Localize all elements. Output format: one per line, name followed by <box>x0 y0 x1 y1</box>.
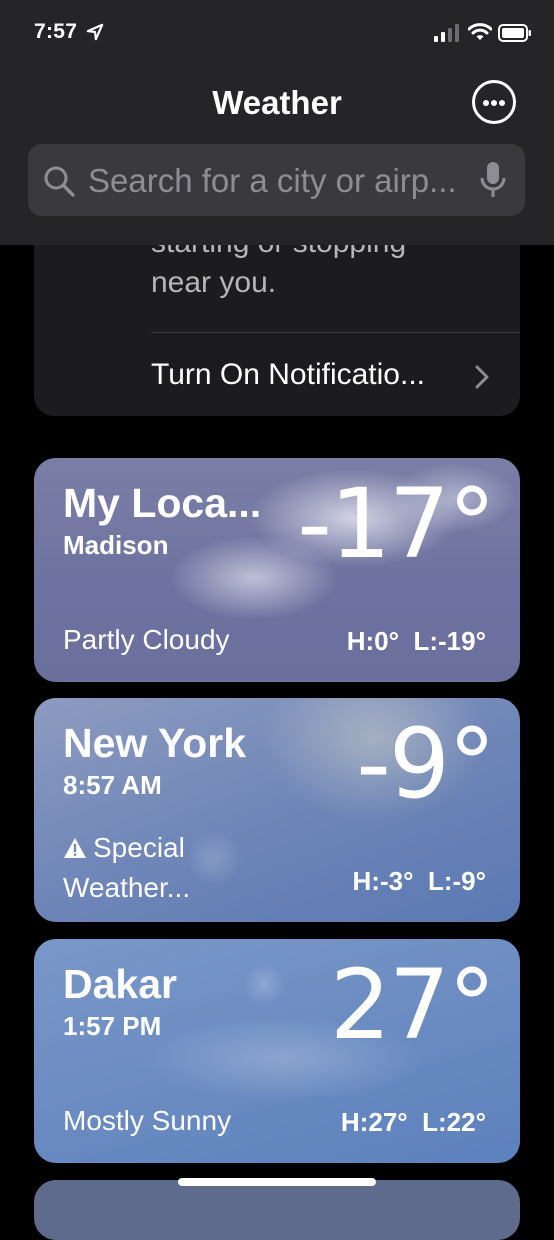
alert-text-line2: Weather... <box>63 872 191 903</box>
city-card-madison[interactable]: My Loca... Madison -17° Partly Cloudy H:… <box>34 458 520 682</box>
weather-alert: Special Weather... <box>63 828 190 908</box>
city-name: Dakar <box>63 961 177 1007</box>
more-dot-icon <box>483 100 489 106</box>
city-subtitle: Madison <box>63 530 169 560</box>
chevron-right-icon[interactable] <box>474 364 490 390</box>
cellular-signal-icon <box>434 24 459 42</box>
current-temperature: -9° <box>356 708 496 820</box>
divider <box>151 332 520 333</box>
high-temperature: H:-3° <box>352 866 414 896</box>
page-title: Weather <box>212 84 342 121</box>
weather-condition: Partly Cloudy <box>63 624 230 655</box>
warning-icon <box>64 838 86 858</box>
more-dot-icon <box>499 100 505 106</box>
more-options-button[interactable] <box>472 80 516 124</box>
city-name: New York <box>63 720 247 766</box>
low-temperature: L:22° <box>422 1107 486 1137</box>
notification-text: near you. <box>151 266 277 299</box>
city-card-dakar[interactable]: Dakar 1:57 PM 27° Mostly Sunny H:27° L:2… <box>34 939 520 1163</box>
location-arrow-icon <box>86 23 104 41</box>
header: Weather <box>0 70 554 245</box>
search-icon <box>44 166 75 197</box>
city-local-time: 8:57 AM <box>63 770 162 800</box>
more-dot-icon <box>491 100 497 106</box>
high-low: H:27° L:22° <box>341 1107 486 1138</box>
status-time: 7:57 <box>34 20 78 43</box>
search-input[interactable] <box>88 162 478 200</box>
high-temperature: H:0° <box>346 626 400 656</box>
alert-text-line1: Special <box>93 832 185 863</box>
city-name: My Loca... <box>63 480 262 526</box>
city-local-time: 1:57 PM <box>63 1011 162 1041</box>
high-low: H:-3° L:-9° <box>353 866 486 897</box>
high-temperature: H:27° <box>340 1107 408 1137</box>
city-card-next[interactable] <box>34 1180 520 1240</box>
current-temperature: -17° <box>297 468 496 580</box>
wifi-icon <box>468 23 492 40</box>
low-temperature: L:-19° <box>413 626 486 656</box>
status-bar: 7:57 <box>0 0 554 70</box>
turn-on-notifications-link[interactable]: Turn On Notificatio... <box>151 358 425 392</box>
home-indicator[interactable] <box>178 1178 376 1186</box>
low-temperature: L:-9° <box>427 866 486 896</box>
search-bar[interactable] <box>28 144 525 216</box>
microphone-icon[interactable] <box>480 160 506 200</box>
city-card-new-york[interactable]: New York 8:57 AM -9° Special Weather... … <box>34 698 520 922</box>
high-low: H:0° L:-19° <box>347 626 486 657</box>
battery-icon <box>498 24 531 42</box>
weather-condition: Mostly Sunny <box>63 1105 232 1136</box>
current-temperature: 27° <box>329 949 496 1061</box>
